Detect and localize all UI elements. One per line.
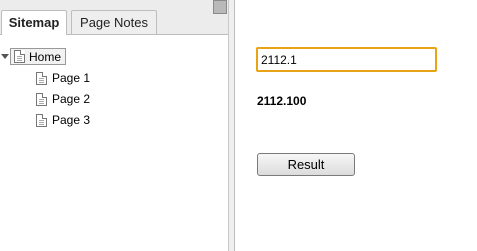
tree-node-page-3[interactable]: Page 3 — [36, 111, 90, 129]
tab-page-notes[interactable]: Page Notes — [71, 10, 157, 34]
tree-node-label: Page 3 — [52, 113, 91, 127]
scrollbar-thumb[interactable] — [213, 0, 227, 14]
collapse-arrow-icon[interactable] — [1, 54, 9, 59]
tree-node-label: Home — [29, 49, 62, 64]
result-text: 2112.100 — [257, 94, 307, 108]
page-icon — [36, 113, 47, 127]
tree-node-label: Page 2 — [52, 92, 91, 106]
tree-node-page-2[interactable]: Page 2 — [36, 90, 90, 108]
panel-divider-edge — [234, 0, 235, 251]
tree-node-page-1[interactable]: Page 1 — [36, 69, 90, 87]
value-input[interactable] — [256, 47, 437, 72]
tab-sitemap[interactable]: Sitemap — [1, 10, 67, 35]
tree-node-label: Page 1 — [52, 71, 91, 85]
sitemap-panel: Sitemap Page Notes Home Page 1 Page 2 Pa… — [0, 0, 228, 251]
page-icon — [14, 50, 25, 63]
tree-node-home-label-box[interactable]: Home — [10, 48, 67, 65]
page-icon — [36, 71, 47, 85]
tab-strip: Sitemap Page Notes — [0, 0, 228, 35]
page-icon — [36, 92, 47, 106]
result-button[interactable]: Result — [257, 153, 355, 176]
